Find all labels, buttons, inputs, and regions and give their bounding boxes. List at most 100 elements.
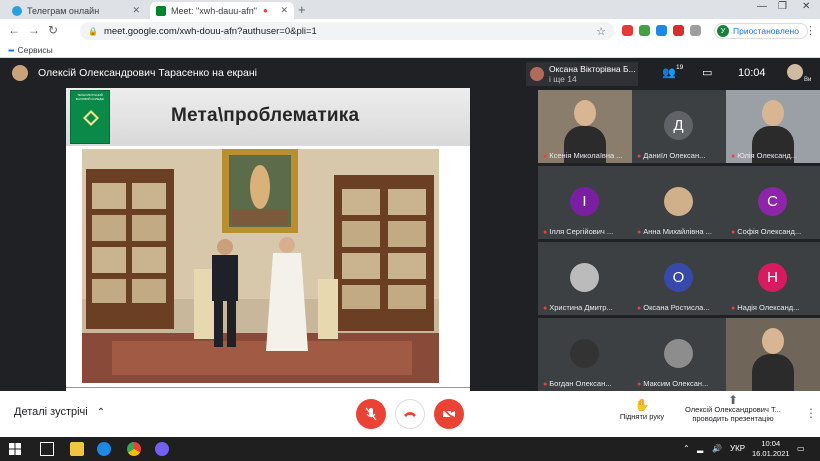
file-explorer-icon[interactable]	[70, 442, 84, 456]
participant-name-text: Даниїл Олексан...	[643, 151, 706, 160]
tab-telegram[interactable]: Телеграм онлайн ✕	[6, 2, 146, 19]
participant-grid: ● Ксенія Миколаївна ... Д ● Даниїл Олексан..…	[536, 88, 820, 391]
close-window-icon[interactable]: ✕	[802, 1, 810, 12]
url-text: meet.google.com/xwh-douu-afn?authuser=0&…	[103, 25, 317, 37]
reload-icon[interactable]: ↻	[48, 23, 58, 37]
minimize-icon[interactable]: —	[757, 1, 767, 12]
extension-icon[interactable]	[656, 25, 667, 36]
maximize-icon[interactable]: ❐	[778, 1, 787, 12]
participant-initial: О	[664, 263, 693, 292]
participant-name-text: Юлія Олександ...	[737, 151, 798, 160]
participant-tile[interactable]: Н ● Надія Олександ...	[726, 242, 820, 315]
windows-start-icon[interactable]	[8, 442, 22, 456]
pinned-participant[interactable]: Оксана Вікторівна Б... і ще 14	[526, 62, 638, 86]
participant-name: ● Ілля Сергійович ...	[543, 227, 629, 236]
tray-chevron-icon[interactable]: ⌃	[683, 444, 690, 453]
slide-title: Мета\проблематика	[171, 105, 360, 126]
participant-tile[interactable]: Д ● Даниїл Олексан...	[632, 90, 726, 163]
participant-name-text: Надія Олександ...	[737, 303, 800, 312]
mic-muted-icon: ●	[543, 381, 548, 388]
close-icon[interactable]: ✕	[132, 5, 140, 16]
participant-video	[762, 100, 784, 126]
apps-grid-icon[interactable]: ▪▪▪	[8, 46, 14, 55]
self-avatar	[787, 64, 803, 80]
mic-off-icon	[365, 407, 377, 421]
volume-icon[interactable]: 🔊	[712, 444, 722, 453]
meet-icon	[156, 5, 166, 16]
notifications-icon[interactable]: ▭	[797, 444, 805, 453]
system-clock[interactable]: 10:04 16.01.2021	[752, 439, 790, 459]
leaf-icon	[83, 110, 99, 126]
participant-video	[762, 328, 784, 354]
participant-photo	[570, 263, 599, 292]
presenting-label: Олексій Олександрович Т...	[685, 405, 781, 414]
pdf-extension-icon[interactable]	[673, 25, 684, 36]
browser-tab-strip: Телеграм онлайн ✕ Meet: "xwh-dauu-afn" ●…	[0, 0, 820, 19]
network-icon[interactable]: ▂	[697, 444, 703, 453]
mic-muted-icon: ●	[731, 153, 736, 160]
back-icon[interactable]: ←	[8, 23, 20, 37]
tab-label: Телеграм онлайн	[27, 5, 100, 16]
participant-tile[interactable]: І ● Ілля Сергійович ...	[538, 166, 632, 239]
participant-name: ● Оксана Ростисла...	[637, 303, 723, 312]
self-label: Ви	[804, 77, 812, 83]
viber-icon[interactable]	[155, 442, 169, 456]
participant-name-text: Ксенія Миколаївна ...	[549, 151, 623, 160]
avatar	[12, 65, 28, 81]
presenting-status[interactable]: ⬆ Олексій Олександрович Т... проводить п…	[678, 394, 788, 423]
slide-photo	[82, 149, 439, 383]
pinned-subtext: і ще 14	[549, 74, 577, 84]
participant-photo	[570, 339, 599, 368]
task-view-icon[interactable]	[40, 442, 54, 456]
keyboard-language[interactable]: УКР	[730, 444, 745, 453]
more-options-icon[interactable]: ⋮	[805, 406, 817, 420]
participant-name: ● Ксенія Миколаївна ...	[543, 151, 629, 160]
participant-tile[interactable]: ● Ксенія Миколаївна ...	[538, 90, 632, 163]
mic-muted-icon: ●	[637, 305, 642, 312]
browser-toolbar: ← → ↻ 🔒 meet.google.com/xwh-douu-afn?aut…	[0, 19, 820, 43]
participant-tile[interactable]: ● Анна Михайлівна ...	[632, 166, 726, 239]
bookmark-item[interactable]: Сервисы	[18, 45, 53, 55]
system-date: 16.01.2021	[752, 449, 790, 458]
extension-icon[interactable]	[639, 25, 650, 36]
close-icon[interactable]: ✕	[280, 5, 288, 16]
chat-icon[interactable]: ▭	[702, 66, 712, 79]
mic-muted-icon: ●	[637, 229, 642, 236]
mic-muted-icon: ●	[637, 153, 642, 160]
meeting-details-button[interactable]: Деталі зустрічі ⌃	[14, 406, 105, 418]
profile-button[interactable]: У Приостановлено	[714, 23, 808, 39]
college-logo: ТЕХНОЛОГІЧНИЙ ФАХОВИЙ КОЛЕДЖ	[70, 90, 110, 144]
pinned-name: Оксана Вікторівна Б...	[549, 64, 636, 74]
extension-icon[interactable]	[622, 25, 633, 36]
address-bar[interactable]: 🔒 meet.google.com/xwh-douu-afn?authuser=…	[80, 22, 614, 40]
new-tab-button[interactable]: +	[298, 2, 306, 17]
participant-tile[interactable]: С ● Софія Олександ...	[726, 166, 820, 239]
slide-header: ТЕХНОЛОГІЧНИЙ ФАХОВИЙ КОЛЕДЖ Мета\пробле…	[66, 88, 470, 146]
participant-name-text: Христина Дмитр...	[549, 303, 613, 312]
participant-name: ● Максим Олексан...	[637, 379, 723, 388]
tab-meet[interactable]: Meet: "xwh-dauu-afn" ● ✕	[150, 2, 294, 19]
puzzle-icon[interactable]	[690, 25, 701, 36]
chrome-icon[interactable]	[127, 442, 141, 456]
participant-count: 19	[676, 64, 684, 71]
bookmark-star-icon[interactable]: ☆	[596, 25, 606, 38]
forward-icon[interactable]: →	[28, 23, 40, 37]
leave-call-button[interactable]	[395, 399, 425, 429]
participant-name: ● Юлія Олександ...	[731, 151, 817, 160]
raise-hand-button[interactable]: ✋ Підняти руку	[614, 398, 670, 421]
participant-tile[interactable]: ● Христина Дмитр...	[538, 242, 632, 315]
participant-video	[574, 100, 596, 126]
mic-muted-icon: ●	[731, 305, 736, 312]
participant-tile[interactable]: О ● Оксана Ростисла...	[632, 242, 726, 315]
edge-icon[interactable]	[97, 442, 111, 456]
people-icon[interactable]: 👥	[662, 66, 676, 79]
participant-tile[interactable]: ● Богдан Олексан...	[538, 318, 632, 391]
mic-muted-icon: ●	[543, 305, 548, 312]
camera-toggle-button[interactable]	[434, 399, 464, 429]
participant-tile[interactable]: ● Юлія Олександ...	[726, 90, 820, 163]
participant-tile[interactable]	[726, 318, 820, 391]
mic-toggle-button[interactable]	[356, 399, 386, 429]
browser-menu-icon[interactable]: ⋮	[805, 24, 816, 37]
participant-tile[interactable]: ● Максим Олексан...	[632, 318, 726, 391]
participant-initial: Д	[664, 111, 693, 140]
